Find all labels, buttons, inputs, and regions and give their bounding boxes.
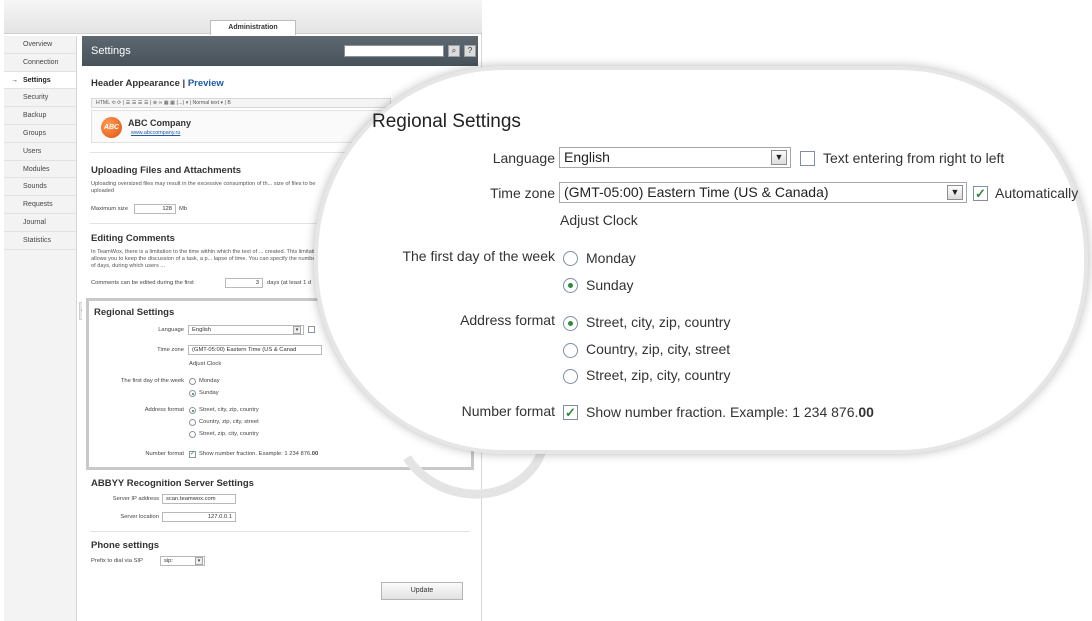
- sidebar-item-settings[interactable]: Settings: [4, 71, 76, 90]
- number-fraction-label: Show number fraction. Example: 1 234 876…: [586, 404, 874, 420]
- address-radio-small-3[interactable]: [189, 431, 196, 438]
- address-radio-small-1[interactable]: [189, 407, 196, 414]
- sidebar-item-statistics[interactable]: Statistics: [4, 232, 76, 250]
- auto-timezone-checkbox[interactable]: ✓: [973, 186, 988, 201]
- sunday-radio-small[interactable]: [189, 390, 196, 397]
- sidebar: Overview Connection Settings Security Ba…: [4, 36, 77, 621]
- tab-administration[interactable]: Administration: [210, 20, 296, 35]
- sidebar-item-connection[interactable]: Connection: [4, 54, 76, 72]
- language-select-small[interactable]: English: [188, 325, 304, 335]
- timezone-select-small[interactable]: (GMT-05:00) Eastern Time (US & Canad: [188, 345, 322, 355]
- help-button[interactable]: ?: [464, 45, 476, 57]
- search-input[interactable]: [344, 45, 444, 57]
- monday-radio-small[interactable]: [189, 378, 196, 385]
- rtl-checkbox[interactable]: [800, 151, 815, 166]
- sidebar-item-requests[interactable]: Requests: [4, 196, 76, 214]
- number-label-small: Number format: [145, 451, 184, 457]
- sidebar-item-modules[interactable]: Modules: [4, 161, 76, 179]
- first-day-label: The first day of the week: [402, 248, 555, 264]
- company-logo: ABC: [101, 117, 122, 138]
- number-text-small: Show number fraction. Example: 1 234 876…: [199, 451, 319, 457]
- sidebar-item-security[interactable]: Security: [4, 89, 76, 108]
- update-button[interactable]: Update: [381, 582, 463, 600]
- edit-days-label: Comments can be edited during the first: [91, 280, 194, 286]
- address-radio-3[interactable]: [563, 369, 578, 384]
- uploading-description: Uploading oversized files may result in …: [91, 181, 316, 194]
- chevron-down-icon[interactable]: ▾: [195, 557, 203, 565]
- magnifier-icon: ⌕: [451, 46, 457, 55]
- language-label-small: Language: [158, 327, 184, 333]
- address-option-3: Street, zip, city, country: [586, 367, 731, 383]
- company-name: ABC Company: [128, 118, 192, 128]
- phone-settings-title: Phone settings: [91, 540, 160, 551]
- rtl-label: Text entering from right to left: [823, 150, 1005, 166]
- language-label: Language: [492, 150, 555, 166]
- abbyy-title: ABBYY Recognition Server Settings: [91, 478, 254, 489]
- language-select[interactable]: English ▼: [559, 147, 791, 168]
- uploading-title: Uploading Files and Attachments: [91, 165, 242, 176]
- chevron-down-icon[interactable]: ▾: [293, 326, 301, 334]
- adjust-clock-small: Adjust Clock: [189, 361, 222, 367]
- server-ip-input[interactable]: scan.teamwox.com: [162, 494, 236, 504]
- chevron-down-icon[interactable]: ▼: [771, 150, 787, 165]
- editing-description: In TeamWox, there is a limitation to the…: [91, 249, 321, 269]
- regional-settings-callout: Regional Settings Language English ▼ Tex…: [314, 66, 1088, 454]
- company-url-link[interactable]: www.abccompany.ru: [131, 130, 180, 136]
- search-button[interactable]: ⌕: [448, 45, 460, 57]
- timezone-label-small: Time zone: [157, 347, 184, 353]
- address-label-small: Address format: [144, 407, 184, 413]
- max-size-unit: Mb: [179, 206, 188, 212]
- address-option-small-1: Street, city, zip, country: [199, 407, 259, 413]
- chevron-down-icon[interactable]: ▼: [947, 185, 963, 200]
- top-bar: Administration: [4, 0, 482, 35]
- divider: [90, 531, 470, 532]
- sidebar-item-groups[interactable]: Groups: [4, 125, 76, 143]
- number-fraction-checkbox[interactable]: ✓: [563, 405, 578, 420]
- settings-header: Settings ⌕ ?: [82, 36, 478, 66]
- auto-timezone-label: Automatically: [995, 185, 1079, 201]
- server-location-label: Server location: [120, 514, 159, 520]
- header-appearance-title: Header Appearance | Preview: [91, 78, 224, 89]
- callout-title: Regional Settings: [372, 111, 521, 132]
- monday-radio[interactable]: [563, 251, 578, 266]
- edit-days-suffix: days (at least 1 d: [267, 280, 312, 286]
- sunday-label: Sunday: [586, 277, 634, 293]
- address-radio-1[interactable]: [563, 316, 578, 331]
- timezone-label: Time zone: [490, 185, 555, 201]
- max-size-label: Maximum size: [91, 206, 129, 212]
- first-day-label-small: The first day of the week: [120, 378, 184, 384]
- monday-label: Monday: [586, 250, 636, 266]
- sip-prefix-label: Prefix to dial via SIP: [91, 558, 143, 564]
- regional-title-small: Regional Settings: [94, 307, 175, 318]
- rtl-checkbox-small[interactable]: [308, 326, 315, 333]
- address-radio-small-2[interactable]: [189, 419, 196, 426]
- sunday-radio[interactable]: [563, 278, 578, 293]
- sidebar-item-backup[interactable]: Backup: [4, 107, 76, 125]
- address-option-small-3: Street, zip, city, country: [199, 431, 259, 437]
- preview-link[interactable]: Preview: [188, 78, 224, 89]
- timezone-select[interactable]: (GMT-05:00) Eastern Time (US & Canada) ▼: [559, 182, 967, 203]
- number-checkbox-small[interactable]: ✓: [189, 451, 196, 458]
- max-size-input[interactable]: 128: [134, 204, 176, 214]
- sidebar-item-journal[interactable]: Journal: [4, 214, 76, 232]
- server-ip-label: Server IP address: [112, 496, 159, 502]
- edit-days-input[interactable]: 3: [225, 278, 263, 288]
- page-title: Settings: [91, 45, 131, 57]
- editing-comments-title: Editing Comments: [91, 233, 175, 244]
- monday-label-small: Monday: [199, 378, 220, 384]
- server-location-input[interactable]: 127.0.0.1: [162, 512, 236, 522]
- adjust-clock-link[interactable]: Adjust Clock: [560, 212, 638, 228]
- address-format-label: Address format: [460, 312, 555, 328]
- sidebar-item-sounds[interactable]: Sounds: [4, 178, 76, 197]
- sidebar-item-users[interactable]: Users: [4, 143, 76, 161]
- address-option-small-2: Country, zip, city, street: [199, 419, 259, 425]
- number-format-label: Number format: [461, 403, 555, 419]
- sidebar-item-overview[interactable]: Overview: [4, 36, 76, 54]
- sunday-label-small: Sunday: [199, 390, 219, 396]
- address-radio-2[interactable]: [563, 343, 578, 358]
- address-option-1: Street, city, zip, country: [586, 314, 731, 330]
- address-option-2: Country, zip, city, street: [586, 341, 731, 357]
